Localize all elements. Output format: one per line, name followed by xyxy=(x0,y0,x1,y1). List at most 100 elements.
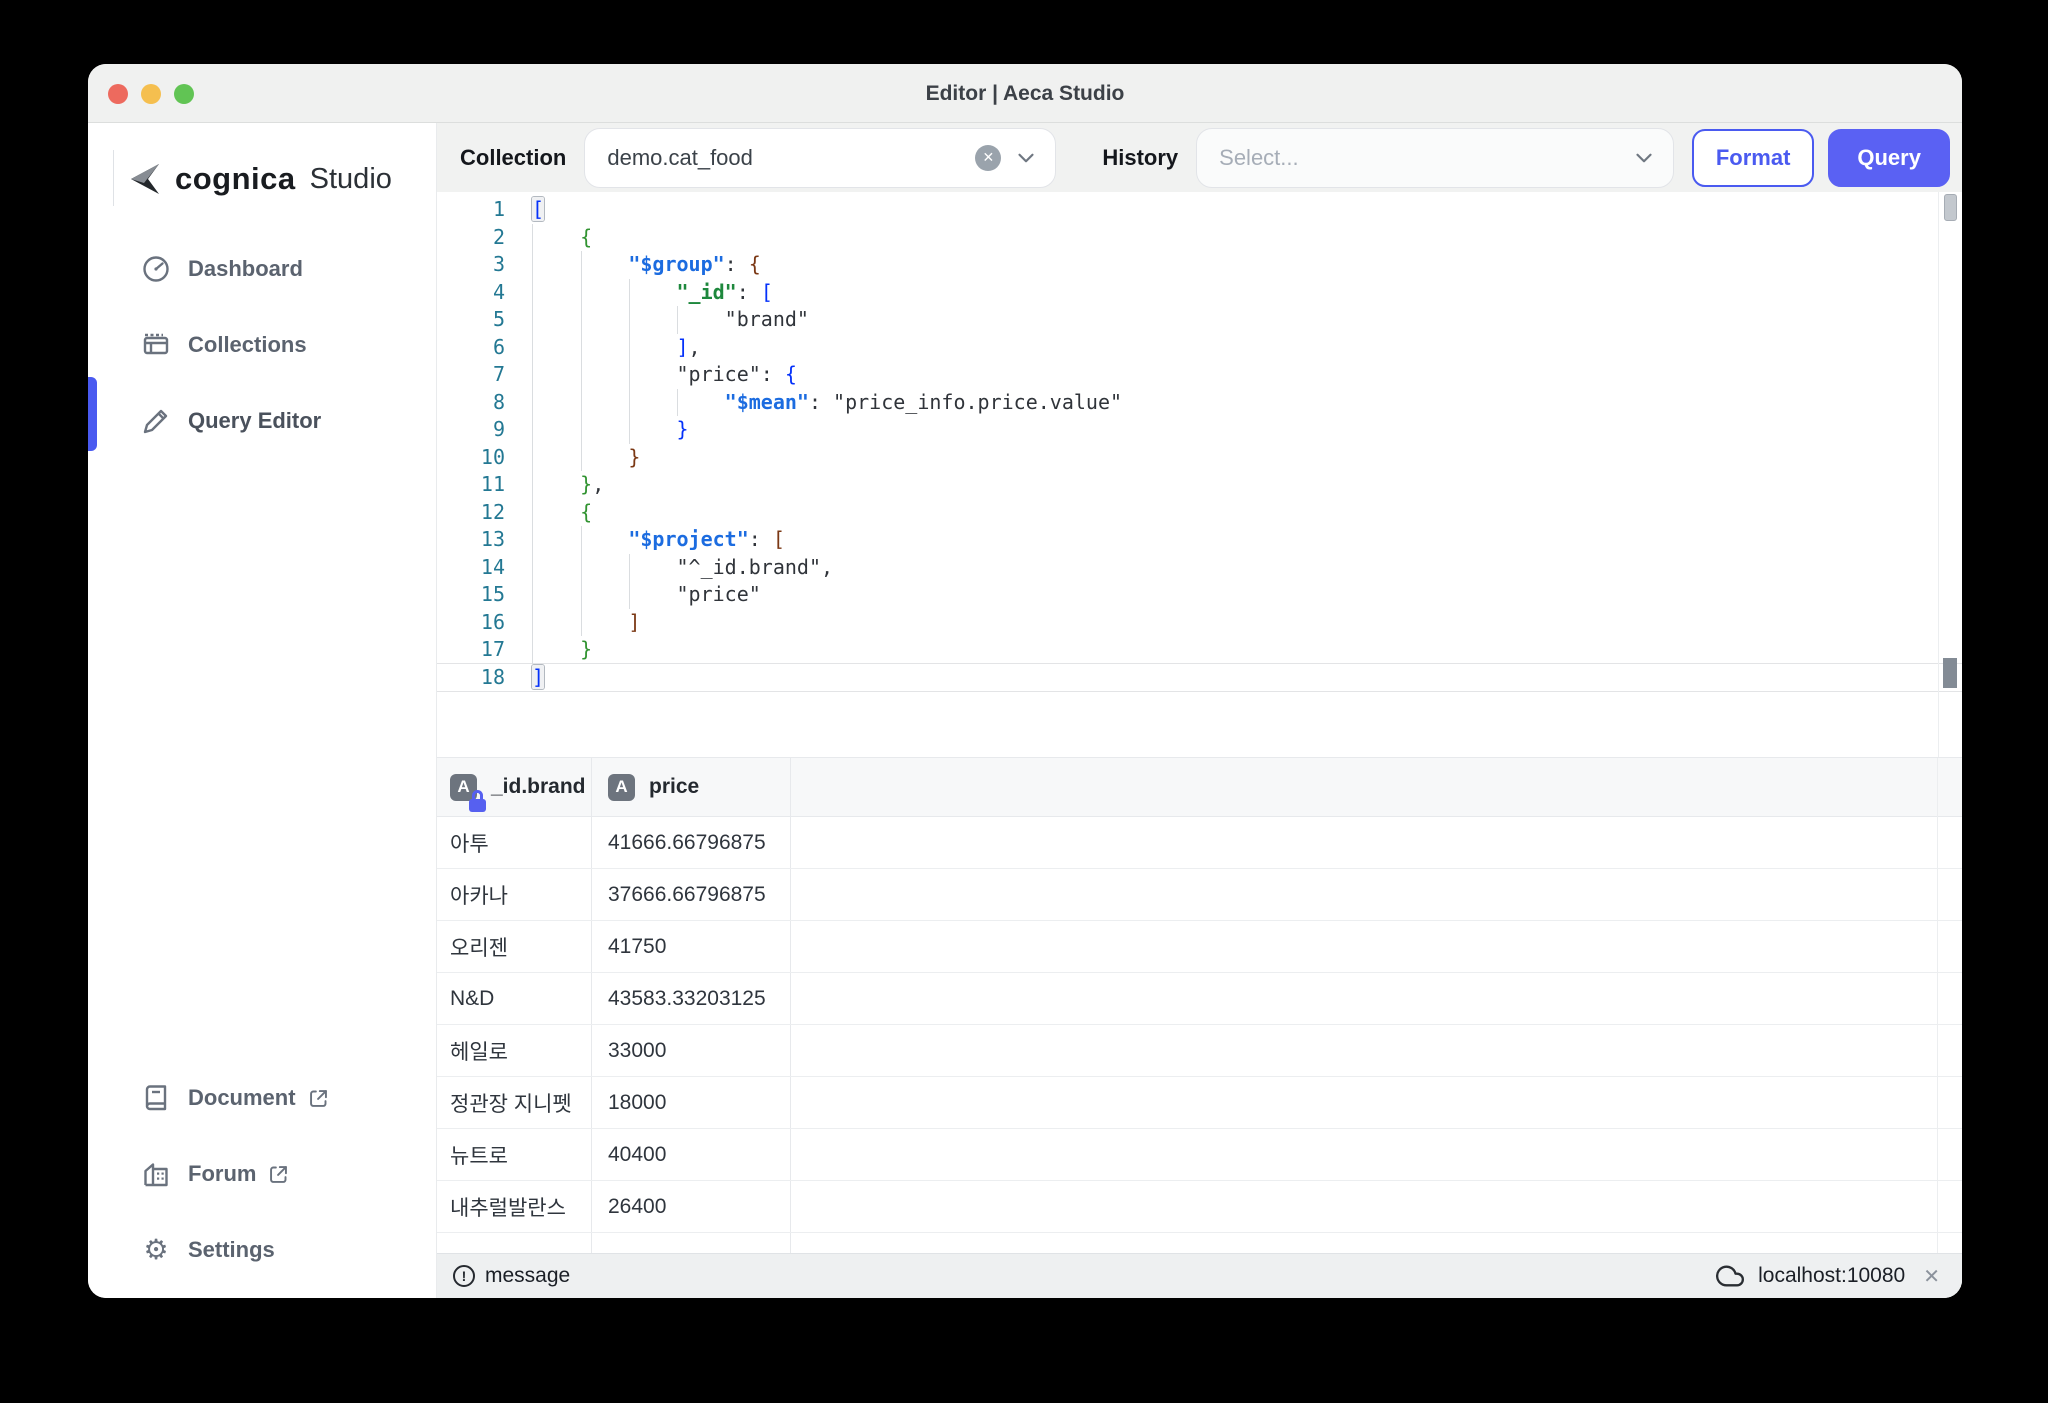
dashboard-gauge-icon xyxy=(140,254,172,284)
code-text: { xyxy=(532,224,592,252)
cloud-icon xyxy=(1716,1262,1744,1290)
indent-guide xyxy=(629,279,630,444)
table-cell[interactable]: 41750 xyxy=(592,921,791,972)
sidebar-item-forum[interactable]: Forum xyxy=(88,1151,437,1197)
table-cell-filler xyxy=(791,1181,1962,1232)
sidebar-item-dashboard[interactable]: Dashboard xyxy=(88,246,437,292)
query-code-editor[interactable]: 1[2 {3 "$group": {4 "_id": [5 "brand"6 ]… xyxy=(437,192,1962,757)
code-line[interactable]: 8 "$mean": "price_info.price.value" xyxy=(437,389,1962,417)
code-text: ] xyxy=(532,664,544,692)
line-number: 2 xyxy=(437,224,505,252)
table-cell[interactable]: 43583.33203125 xyxy=(592,973,791,1024)
table-row[interactable]: 헤일로 33000 xyxy=(437,1025,1962,1077)
column-header-price[interactable]: Aprice xyxy=(592,758,791,816)
table-row-partial[interactable] xyxy=(437,1233,1962,1253)
table-row[interactable]: 정관장 지니펫18000 xyxy=(437,1077,1962,1129)
table-cell[interactable]: 아카나 xyxy=(437,869,592,920)
code-line[interactable]: 10 } xyxy=(437,444,1962,472)
code-line[interactable]: 13 "$project": [ xyxy=(437,526,1962,554)
table-cell[interactable]: 41666.66796875 xyxy=(592,817,791,868)
column-header-label: _id.brand xyxy=(491,775,586,799)
code-line[interactable]: 14 "^_id.brand", xyxy=(437,554,1962,582)
code-line[interactable]: 2 { xyxy=(437,224,1962,252)
table-cell[interactable]: 40400 xyxy=(592,1129,791,1180)
table-cell[interactable]: 26400 xyxy=(592,1181,791,1232)
code-line[interactable]: 7 "price": { xyxy=(437,361,1962,389)
collection-value: demo.cat_food xyxy=(607,145,753,171)
cell-value: 아카나 xyxy=(450,880,508,910)
table-row[interactable]: 오리젠41750 xyxy=(437,921,1962,973)
cell-value: 33000 xyxy=(608,1039,666,1063)
table-cell[interactable]: 오리젠 xyxy=(437,921,592,972)
code-line[interactable]: 16 ] xyxy=(437,609,1962,637)
table-cell[interactable]: N&D xyxy=(437,973,592,1024)
code-line[interactable]: 6 ], xyxy=(437,334,1962,362)
table-cell[interactable]: 33000 xyxy=(592,1025,791,1076)
query-button[interactable]: Query xyxy=(1828,129,1950,187)
code-text: "$mean": "price_info.price.value" xyxy=(532,389,1122,417)
cognica-logo-icon xyxy=(125,162,163,196)
cell-value: 26400 xyxy=(608,1195,666,1219)
editor-scrollbar-thumb[interactable] xyxy=(1944,194,1957,221)
code-line[interactable]: 11 }, xyxy=(437,471,1962,499)
code-lines: 1[2 {3 "$group": {4 "_id": [5 "brand"6 ]… xyxy=(437,196,1962,691)
code-text: "price" xyxy=(532,581,761,609)
collection-select[interactable]: demo.cat_food ✕ xyxy=(584,128,1056,188)
line-number: 16 xyxy=(437,609,505,637)
table-row[interactable]: 아투41666.66796875 xyxy=(437,817,1962,869)
table-cell[interactable]: 아투 xyxy=(437,817,592,868)
code-text: } xyxy=(532,636,592,664)
code-line[interactable]: 18] xyxy=(437,664,1962,692)
code-line[interactable]: 1[ xyxy=(437,196,1962,224)
statusbar: ! message localhost:10080 ✕ xyxy=(437,1253,1962,1298)
column-header-_id.brand[interactable]: A _id.brand xyxy=(437,758,592,816)
table-cell[interactable]: 37666.66796875 xyxy=(592,869,791,920)
chevron-down-icon xyxy=(1631,145,1657,171)
table-cell[interactable]: 헤일로 xyxy=(437,1025,592,1076)
close-connection-icon[interactable]: ✕ xyxy=(1919,1264,1944,1289)
code-text: ], xyxy=(532,334,701,362)
table-cell[interactable]: 정관장 지니펫 xyxy=(437,1077,592,1128)
overview-ruler-cursor-marker xyxy=(1943,658,1957,688)
sidebar-item-collections[interactable]: Collections xyxy=(88,322,437,368)
book-icon xyxy=(140,1083,172,1113)
table-cell[interactable]: 18000 xyxy=(592,1077,791,1128)
logo-brand: cognica xyxy=(175,161,296,197)
table-row[interactable]: N&D43583.33203125 xyxy=(437,973,1962,1025)
table-row[interactable]: 아카나 37666.66796875 xyxy=(437,869,1962,921)
code-text: "^_id.brand", xyxy=(532,554,833,582)
table-cell[interactable]: 내추럴발란스 xyxy=(437,1181,592,1232)
line-number: 14 xyxy=(437,554,505,582)
code-text: [ xyxy=(532,196,544,224)
code-line[interactable]: 17 } xyxy=(437,636,1962,664)
clear-collection-icon[interactable]: ✕ xyxy=(975,145,1001,171)
sidebar-item-document[interactable]: Document xyxy=(88,1075,437,1121)
chevron-down-icon xyxy=(1013,145,1039,171)
code-text: "brand" xyxy=(532,306,809,334)
window-title: Editor | Aeca Studio xyxy=(88,64,1962,123)
line-number: 8 xyxy=(437,389,505,417)
sidebar-item-label: Settings xyxy=(188,1237,275,1263)
code-line[interactable]: 15 "price" xyxy=(437,581,1962,609)
app-logo: cognica Studio xyxy=(125,161,392,197)
table-cell-filler xyxy=(791,1077,1962,1128)
sidebar-item-query-editor[interactable]: Query Editor xyxy=(88,398,437,444)
code-line[interactable]: 5 "brand" xyxy=(437,306,1962,334)
column-type-icon: A xyxy=(450,774,477,801)
table-row[interactable]: 뉴트로40400 xyxy=(437,1129,1962,1181)
history-select[interactable]: Select... xyxy=(1196,128,1674,188)
cell-value: 37666.66796875 xyxy=(608,883,766,907)
sidebar-item-settings[interactable]: ⚙ Settings xyxy=(88,1227,437,1273)
code-line[interactable]: 9 } xyxy=(437,416,1962,444)
code-text: { xyxy=(532,499,592,527)
history-label: History xyxy=(1102,145,1178,171)
table-row[interactable]: 내추럴발란스 26400 xyxy=(437,1181,1962,1233)
code-line[interactable]: 4 "_id": [ xyxy=(437,279,1962,307)
code-line[interactable]: 12 { xyxy=(437,499,1962,527)
code-line[interactable]: 3 "$group": { xyxy=(437,251,1962,279)
main-content: Collection demo.cat_food ✕ History Selec… xyxy=(437,123,1962,1298)
table-cell[interactable]: 뉴트로 xyxy=(437,1129,592,1180)
sidebar: cognica Studio Dashboard xyxy=(88,123,437,1298)
format-button[interactable]: Format xyxy=(1692,129,1814,187)
column-header-label: price xyxy=(649,775,699,799)
